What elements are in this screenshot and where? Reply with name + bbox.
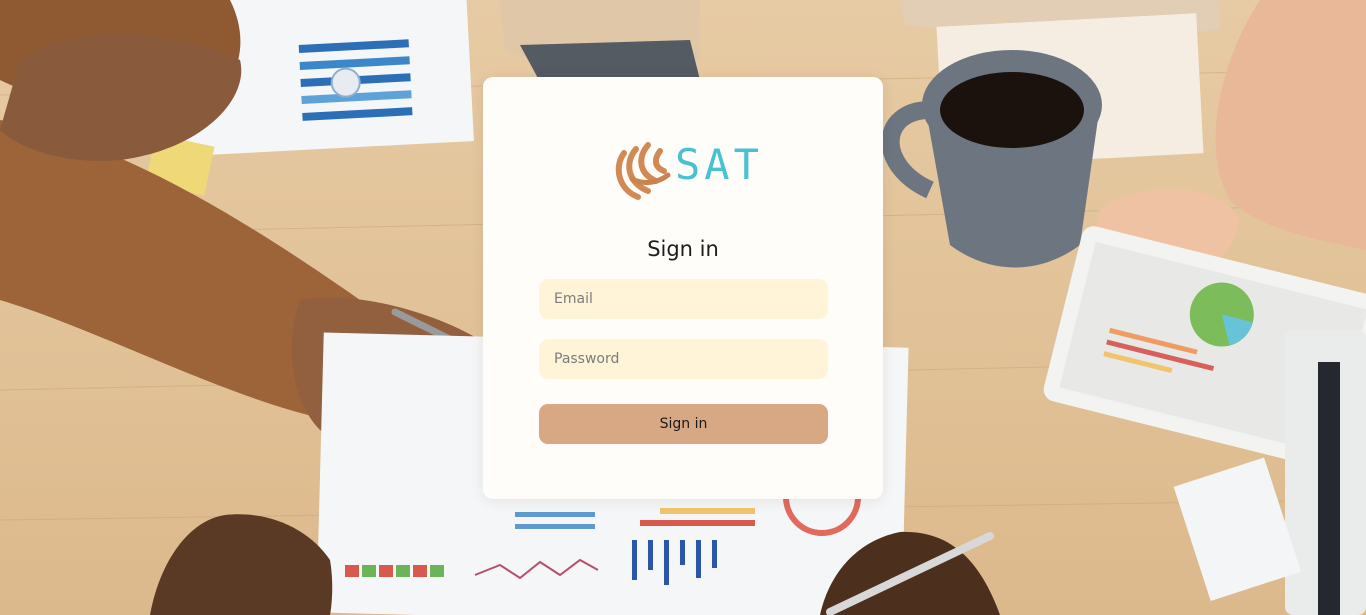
email-input[interactable]	[539, 279, 828, 319]
brand-name: SAT	[675, 140, 763, 189]
fingerprint-swirl-icon	[615, 142, 671, 200]
password-input[interactable]	[539, 339, 828, 379]
signin-button[interactable]: Sign in	[539, 404, 828, 444]
brand-logo: SAT	[614, 139, 764, 203]
signin-card: SAT Sign in Sign in	[483, 77, 883, 499]
signin-heading: Sign in	[647, 237, 719, 261]
